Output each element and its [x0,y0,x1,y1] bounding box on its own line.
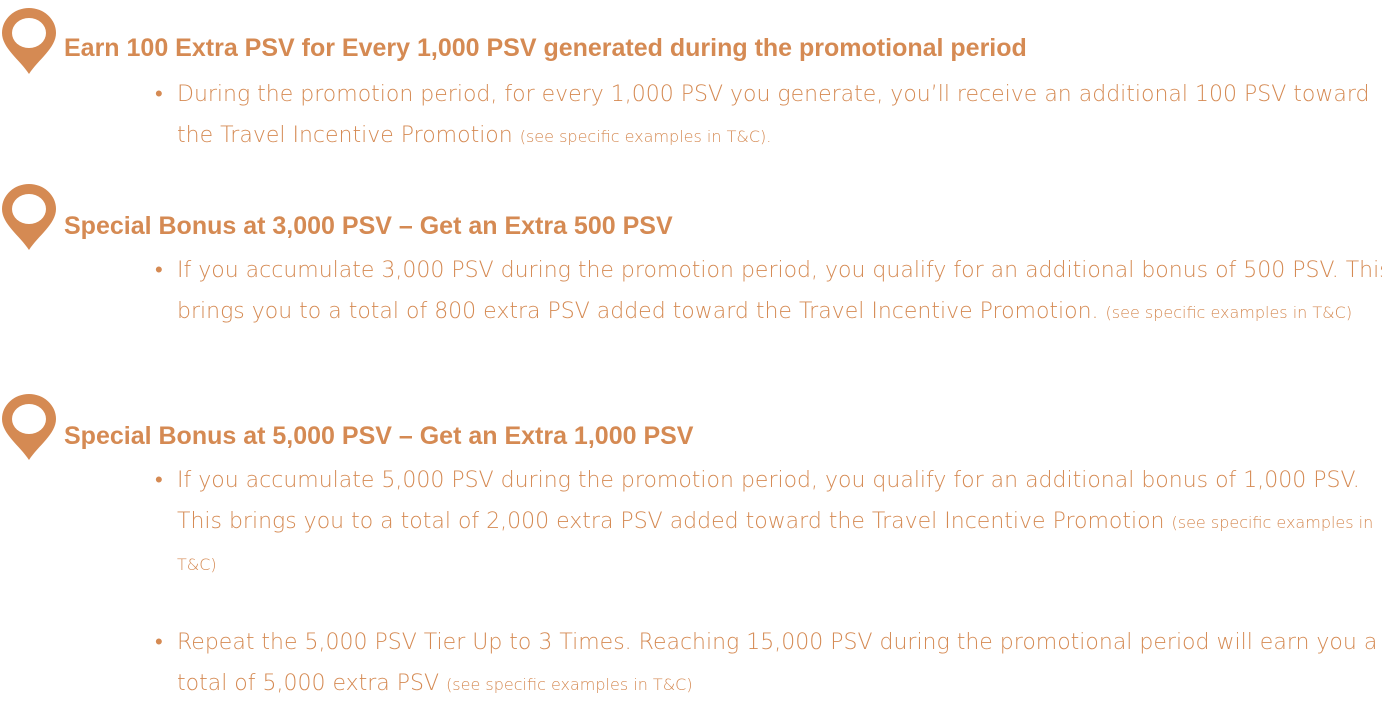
bullet-item: • If you accumulate 3,000 PSV during the … [155,250,1382,333]
promo-section-1: Earn 100 Extra PSV for Every 1,000 PSV g… [0,0,1382,200]
bullet-marker: • [155,468,163,493]
bullet-item: • Repeat the 5,000 PSV Tier Up to 3 Times… [155,622,1382,705]
bullet-note: (see specific examples in T&C) [1105,303,1353,322]
bullet-text: Repeat the 5,000 PSV Tier Up to 3 Times.… [177,630,1378,696]
bullet-marker: • [155,630,163,655]
promo-section-3: Special Bonus at 5,000 PSV – Get an Extr… [0,394,1382,710]
promo-section-2: Special Bonus at 3,000 PSV – Get an Extr… [0,184,1382,394]
map-pin-icon [2,394,56,460]
bullet-marker: • [155,258,163,283]
bullet-marker: • [155,82,163,107]
section-heading: Special Bonus at 3,000 PSV – Get an Extr… [64,212,673,240]
bullet-note: (see specific examples in T&C). [519,127,772,146]
section-heading: Special Bonus at 5,000 PSV – Get an Extr… [64,422,694,450]
bullet-text: During the promotion period, for every 1… [177,82,1370,148]
map-pin-icon [2,184,56,250]
section-heading: Earn 100 Extra PSV for Every 1,000 PSV g… [64,34,1027,62]
bullet-item: • If you accumulate 5,000 PSV during the … [155,460,1382,585]
bullet-item: • During the promotion period, for every … [155,74,1382,157]
bullet-note: (see specific examples in T&C) [446,675,693,694]
map-pin-icon [2,8,56,74]
